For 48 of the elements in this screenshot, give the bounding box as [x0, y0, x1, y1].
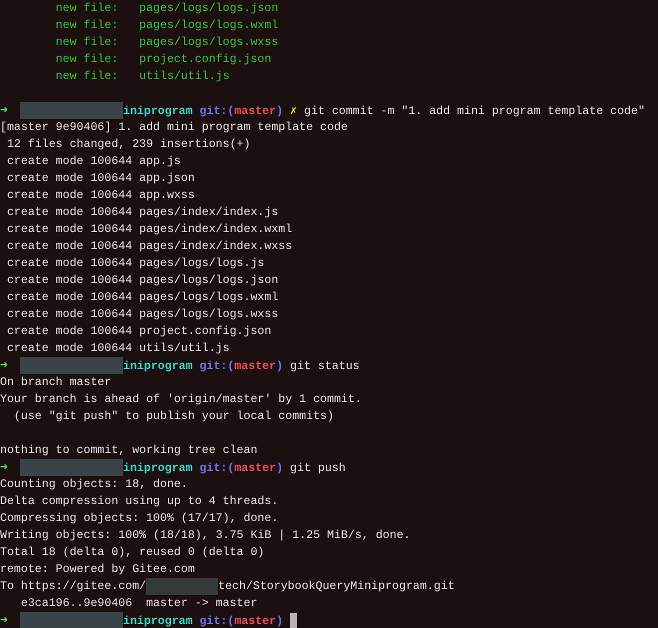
output-text: To https://gitee.com/: [0, 580, 146, 593]
git-branch-label: git:(master): [200, 105, 284, 118]
directory-name: iniprogram: [123, 462, 193, 475]
output-line: Total 18 (delta 0), reused 0 (delta 0): [0, 546, 264, 559]
prompt-arrow: ➜: [0, 612, 9, 628]
command-text: git commit -m "1. add mini program template code": [304, 105, 645, 118]
git-branch-label: git:(master): [200, 462, 284, 475]
staged-file-line: new file: project.config.json: [54, 53, 272, 66]
output-line: 12 files changed, 239 insertions(+): [6, 138, 250, 151]
output-line: [master 9e90406] 1. add mini program template code: [0, 121, 348, 134]
dirty-mark: ✗: [290, 105, 298, 118]
command-text: git push: [290, 462, 346, 475]
prompt-arrow: ➜: [0, 357, 9, 374]
directory-name: iniprogram: [123, 360, 193, 373]
directory-name: iniprogram: [123, 615, 193, 628]
output-line: remote: Powered by Gitee.com: [0, 563, 195, 576]
output-line: (use "git push" to publish your local commits): [12, 410, 334, 423]
output-line: create mode 100644 app.wxss: [6, 189, 195, 202]
output-line: nothing to commit, working tree clean: [0, 444, 258, 457]
output-line: create mode 100644 pages/index/index.wxss: [6, 240, 292, 253]
output-line: Delta compression using up to 4 threads.: [0, 495, 278, 508]
staged-file-line: new file: pages/logs/logs.wxml: [54, 19, 278, 32]
command-text: git status: [290, 360, 360, 373]
git-branch-label: git:(master): [200, 615, 284, 628]
output-line: Your branch is ahead of 'origin/master' by 1 commit.: [0, 393, 362, 406]
output-line: create mode 100644 pages/logs/logs.wxml: [6, 291, 278, 304]
output-text: tech/StorybookQueryMiniprogram.git: [218, 580, 455, 593]
staged-file-line: new file: pages/logs/logs.wxss: [54, 36, 278, 49]
output-line: e3ca196..9e90406 master -> master: [20, 597, 258, 610]
output-line: Compressing objects: 100% (17/17), done.: [0, 512, 278, 525]
output-line: create mode 100644 pages/logs/logs.json: [6, 274, 278, 287]
output-line: create mode 100644 pages/index/index.js: [6, 206, 278, 219]
output-line: create mode 100644 pages/index/index.wxml: [6, 223, 292, 236]
git-branch-label: git:(master): [200, 360, 284, 373]
output-line: create mode 100644 pages/logs/logs.js: [6, 257, 264, 270]
output-line: create mode 100644 app.json: [6, 172, 195, 185]
directory-name: iniprogram: [123, 105, 193, 118]
output-line: create mode 100644 pages/logs/logs.wxss: [6, 308, 278, 321]
prompt-arrow: ➜: [0, 102, 9, 119]
output-line: Writing objects: 100% (18/18), 3.75 KiB | 1.25 MiB/s, done.: [0, 529, 410, 542]
staged-file-line: new file: pages/logs/logs.json: [54, 2, 278, 15]
output-line: create mode 100644 project.config.json: [6, 325, 272, 338]
staged-file-line: new file: utils/util.js: [54, 70, 230, 83]
prompt-arrow: ➜: [0, 459, 9, 476]
output-line: Counting objects: 18, done.: [0, 478, 188, 491]
output-line: On branch master: [0, 376, 112, 389]
output-line: create mode 100644 app.js: [6, 155, 181, 168]
output-line: create mode 100644 utils/util.js: [6, 342, 230, 355]
